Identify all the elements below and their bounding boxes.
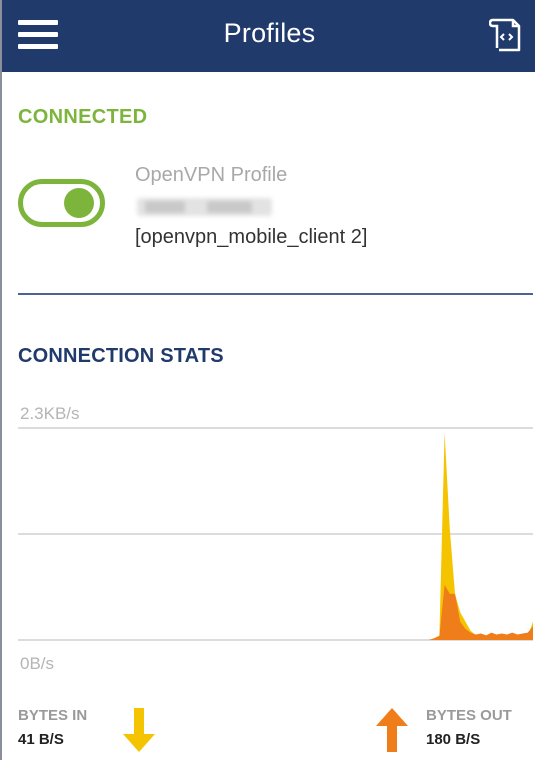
bytes-in-label: BYTES IN [18,707,88,724]
bytes-out-label: BYTES OUT [426,707,512,724]
y-axis-max-label: 2.3KB/s [20,404,80,423]
toggle-knob [64,188,94,218]
stats-title: CONNECTION STATS [18,345,224,367]
page-title: Profiles [223,18,316,48]
profile-name[interactable]: [openvpn_mobile_client 2] [135,226,367,249]
traffic-chart: 2.3KB/s 0B/s [18,404,533,673]
profile-type[interactable]: OpenVPN Profile [135,164,287,187]
profile-host-redacted [137,198,272,216]
divider [18,293,533,295]
bytes-out-series [18,584,533,640]
app-bar: Profiles [2,0,535,72]
app-screen: Profiles CONNECTED OpenVPN Profile [open… [0,0,535,760]
bytes-out-value: 180 B/S [426,731,481,748]
bytes-in-value: 41 B/S [18,731,64,748]
arrow-down-icon [123,708,155,752]
import-profile-icon[interactable] [488,14,523,54]
y-axis-min-label: 0B/s [20,654,54,673]
connection-toggle[interactable] [18,179,105,227]
connection-status: CONNECTED [18,106,148,128]
arrow-up-icon [376,708,408,752]
